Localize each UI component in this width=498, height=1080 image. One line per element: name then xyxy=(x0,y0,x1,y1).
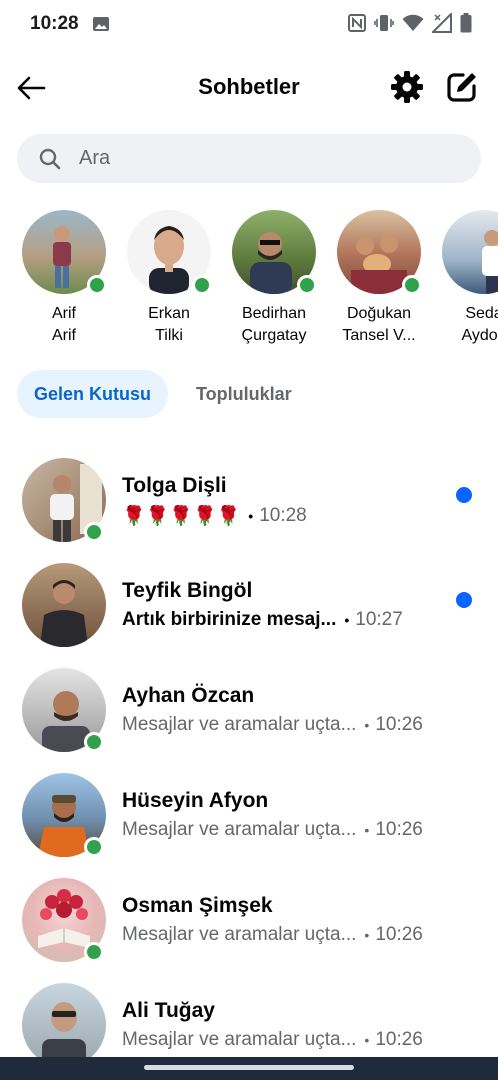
home-indicator[interactable] xyxy=(144,1065,354,1070)
status-bar: 10:28 xyxy=(0,0,498,50)
avatar xyxy=(22,458,106,542)
wifi-icon xyxy=(402,14,424,37)
online-indicator xyxy=(84,942,104,962)
chat-name: Hüseyin Afyon xyxy=(122,789,269,812)
chat-preview: Mesajlar ve aramalar uçta... xyxy=(122,819,357,840)
inbox-tabs: Gelen Kutusu Topluluklar xyxy=(17,370,309,418)
separator-dot: • xyxy=(364,1032,370,1048)
avatar xyxy=(337,210,422,295)
status-icons xyxy=(348,11,472,38)
story-name: Bedirhan Çurgatay xyxy=(241,305,307,344)
battery-icon xyxy=(460,13,472,38)
chat-preview: 🌹🌹🌹🌹🌹 xyxy=(122,506,241,527)
chat-name: Teyfik Bingöl xyxy=(122,579,253,602)
story-item[interactable]: Erkan Tilki xyxy=(114,210,224,347)
chat-row[interactable]: Hüseyin Afyon Mesajlar ve aramalar uçta.… xyxy=(0,763,498,868)
status-time: 10:28 xyxy=(30,13,79,34)
search-bar[interactable] xyxy=(17,134,481,183)
chat-time: 10:26 xyxy=(375,924,423,945)
active-contacts-row: Arif Arif Erkan Tilki Bedirhan Çurgatay Doğ… xyxy=(0,210,498,350)
chat-row[interactable]: Ayhan Özcan Mesajlar ve aramalar uçta...… xyxy=(0,658,498,763)
chat-preview-line: Mesajlar ve aramalar uçta... • 10:26 xyxy=(122,714,423,736)
chat-time: 10:26 xyxy=(375,819,423,840)
unread-indicator xyxy=(456,487,472,503)
chat-time: 10:27 xyxy=(355,609,403,630)
chat-preview-line: Artık birbirinize mesaj... • 10:27 xyxy=(122,609,403,631)
chat-time: 10:28 xyxy=(259,505,307,526)
chat-preview: Mesajlar ve aramalar uçta... xyxy=(122,714,357,735)
online-indicator xyxy=(402,275,422,295)
header: Sohbetler xyxy=(0,60,498,116)
online-indicator xyxy=(84,837,104,857)
chat-preview-line: 🌹🌹🌹🌹🌹 • 10:28 xyxy=(122,504,307,528)
chat-time: 10:26 xyxy=(375,714,423,735)
online-indicator xyxy=(192,275,212,295)
online-indicator xyxy=(84,732,104,752)
chat-name: Tolga Dişli xyxy=(122,474,227,497)
chat-name: Osman Şimşek xyxy=(122,894,273,917)
compose-icon xyxy=(447,73,476,102)
online-indicator xyxy=(87,275,107,295)
system-nav-bar xyxy=(0,1057,498,1080)
avatar xyxy=(232,210,317,295)
story-item[interactable]: Doğukan Tansel V... xyxy=(324,210,434,347)
avatar xyxy=(127,210,212,295)
chat-row[interactable]: Osman Şimşek Mesajlar ve aramalar uçta..… xyxy=(0,868,498,973)
chat-preview-line: Mesajlar ve aramalar uçta... • 10:26 xyxy=(122,1029,423,1051)
tab-communities[interactable]: Topluluklar xyxy=(179,370,309,418)
avatar xyxy=(22,983,106,1067)
unread-indicator xyxy=(456,592,472,608)
chat-preview-line: Mesajlar ve aramalar uçta... • 10:26 xyxy=(122,819,423,841)
signal-icon xyxy=(430,11,452,38)
nfc-icon xyxy=(348,13,366,38)
chat-name: Ayhan Özcan xyxy=(122,684,255,707)
compose-button[interactable] xyxy=(443,68,481,106)
chat-time: 10:26 xyxy=(375,1029,423,1050)
tab-inbox[interactable]: Gelen Kutusu xyxy=(17,370,169,418)
avatar xyxy=(22,210,107,295)
separator-dot: • xyxy=(364,927,370,943)
vibrate-icon xyxy=(374,13,394,38)
story-name: Doğukan Tansel V... xyxy=(342,305,416,344)
settings-button[interactable] xyxy=(388,68,426,106)
chat-preview: Artık birbirinize mesaj... xyxy=(122,609,337,630)
story-name: Erkan Tilki xyxy=(148,305,190,344)
separator-dot: • xyxy=(248,508,254,524)
chat-preview-line: Mesajlar ve aramalar uçta... • 10:26 xyxy=(122,924,423,946)
separator-dot: • xyxy=(344,612,350,628)
chat-row[interactable]: Teyfik Bingöl Artık birbirinize mesaj...… xyxy=(0,553,498,658)
story-name: Arif Arif xyxy=(52,305,76,344)
separator-dot: • xyxy=(364,822,370,838)
chat-preview: Mesajlar ve aramalar uçta... xyxy=(122,924,357,945)
story-item[interactable]: SedaAydog xyxy=(429,210,498,347)
chat-name: Ali Tuğay xyxy=(122,999,215,1022)
online-indicator xyxy=(84,522,104,542)
online-indicator xyxy=(297,275,317,295)
chat-row[interactable]: Tolga Dişli 🌹🌹🌹🌹🌹 • 10:28 xyxy=(0,448,498,553)
avatar xyxy=(442,210,498,294)
image-icon xyxy=(92,15,110,38)
avatar xyxy=(22,878,106,962)
avatar xyxy=(22,773,106,857)
story-item[interactable]: Arif Arif xyxy=(9,210,119,347)
gear-icon xyxy=(391,71,423,103)
chat-preview: Mesajlar ve aramalar uçta... xyxy=(122,1029,357,1050)
search-input[interactable] xyxy=(79,147,439,170)
story-item[interactable]: Bedirhan Çurgatay xyxy=(219,210,329,347)
separator-dot: • xyxy=(364,717,370,733)
avatar xyxy=(22,668,106,752)
story-name: SedaAydog xyxy=(461,305,498,344)
avatar xyxy=(22,563,106,647)
search-icon xyxy=(39,148,61,169)
